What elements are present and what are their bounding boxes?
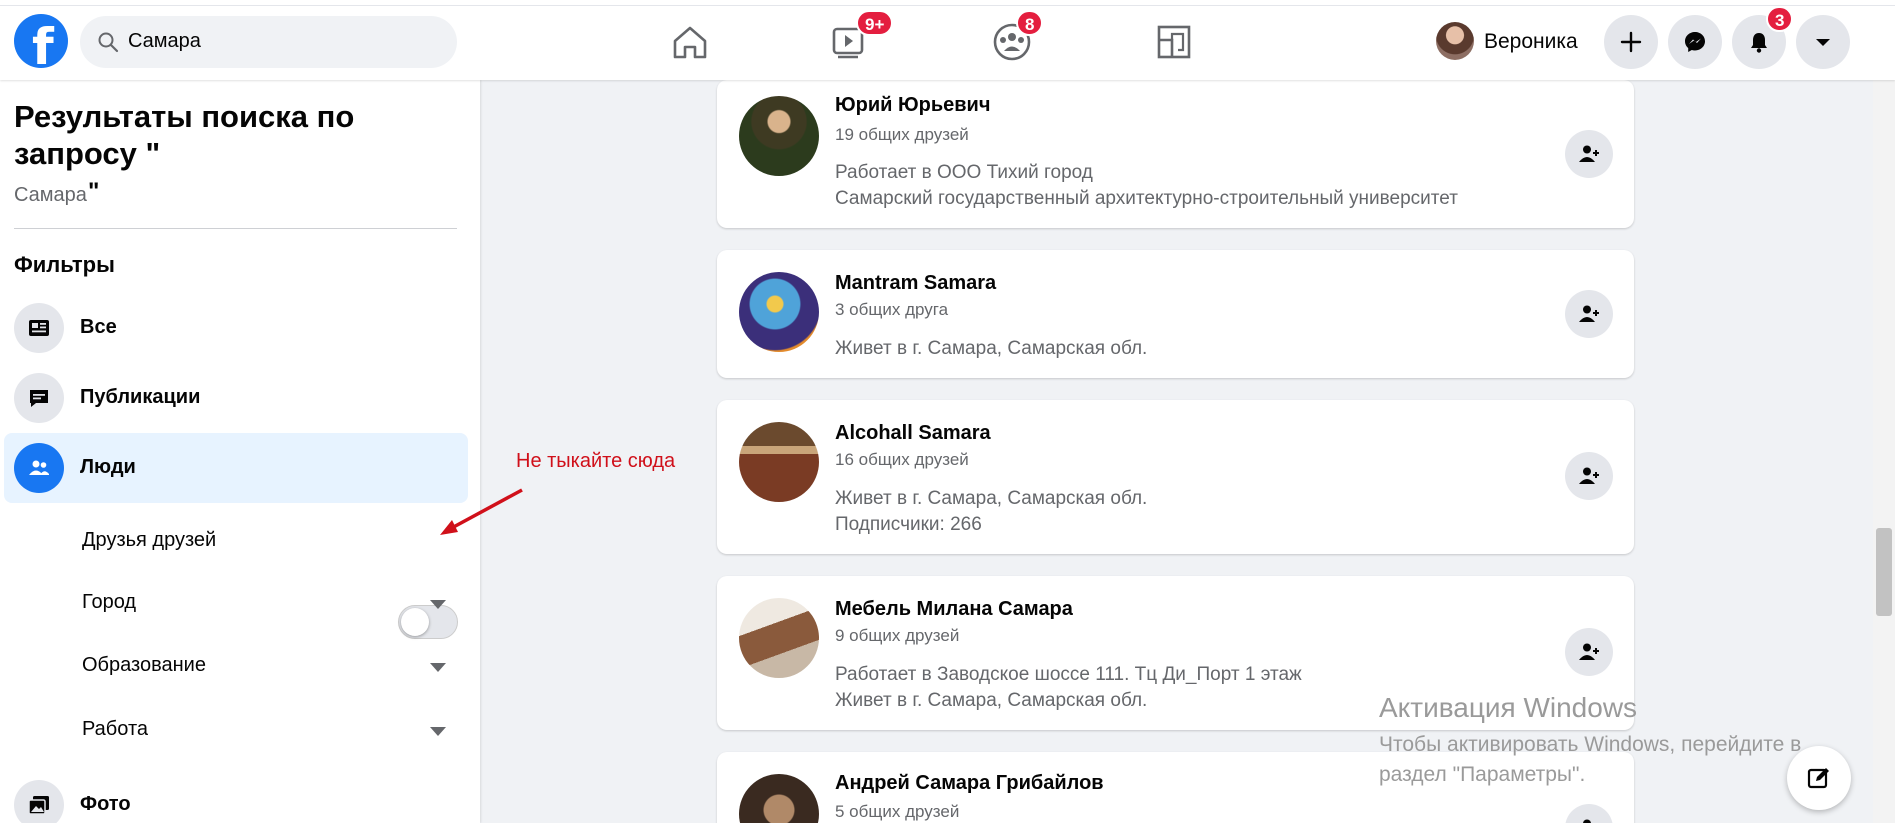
page-title: Результаты поиска по запросу "	[14, 99, 355, 171]
profile-name: Вероника	[1484, 30, 1578, 53]
filters-heading: Фильтры	[14, 252, 115, 277]
create-button[interactable]	[1604, 15, 1658, 69]
add-friend-button[interactable]	[1565, 130, 1613, 178]
result-card[interactable]: Mantram Samara 3 общих друга Живет в г. …	[717, 250, 1634, 378]
filter-photos-icon-wrap	[14, 780, 64, 823]
result-name[interactable]: Alcohall Samara	[835, 422, 991, 445]
avatar	[1436, 22, 1474, 60]
add-friend-icon	[1579, 643, 1599, 660]
home-icon[interactable]	[668, 20, 712, 64]
add-friend-button[interactable]	[1565, 290, 1613, 338]
work-dropdown-icon[interactable]	[430, 727, 446, 736]
add-friend-button[interactable]	[1565, 804, 1613, 823]
result-name[interactable]: Мебель Милана Самара	[835, 598, 1073, 621]
result-info-line: Живет в г. Самара, Самарская обл.	[835, 338, 1148, 359]
avatar[interactable]	[739, 422, 819, 502]
caret-down-icon	[1816, 39, 1830, 46]
mutual-friends: 9 общих друзей	[835, 626, 960, 645]
post-bubble-icon	[30, 390, 48, 407]
divider	[14, 228, 457, 229]
filter-label: Публикации	[80, 386, 201, 408]
new-message-button[interactable]	[1787, 746, 1851, 810]
result-name[interactable]: Mantram Samara	[835, 272, 996, 295]
filter-label: Фото	[80, 793, 131, 815]
gaming-icon[interactable]	[1152, 20, 1196, 64]
add-friend-icon	[1579, 467, 1599, 484]
add-friend-icon	[1579, 305, 1599, 322]
top-navigation-bar: f Самара 9+ 8 Вероника 3	[0, 0, 1895, 80]
avatar[interactable]	[739, 96, 819, 176]
add-friend-button[interactable]	[1565, 628, 1613, 676]
result-card[interactable]: Юрий Юрьевич 19 общих друзей Работает в …	[717, 80, 1634, 228]
mutual-friends: 16 общих друзей	[835, 450, 969, 469]
video-badge: 9+	[856, 10, 894, 36]
add-friend-button[interactable]	[1565, 452, 1613, 500]
plus-icon	[1620, 31, 1642, 53]
mutual-friends: 3 общих друга	[835, 300, 949, 319]
search-value: Самара	[128, 30, 201, 52]
subfilter-city[interactable]: Город	[82, 591, 136, 614]
filter-people-icon-wrap	[14, 443, 64, 493]
compose-icon	[1807, 768, 1829, 789]
education-dropdown-icon[interactable]	[430, 663, 446, 672]
search-input[interactable]: Самара	[80, 16, 457, 68]
newsfeed-icon	[29, 320, 49, 336]
filter-all-icon-wrap	[14, 303, 64, 353]
messenger-button[interactable]	[1668, 15, 1722, 69]
result-name[interactable]: Юрий Юрьевич	[835, 94, 990, 117]
result-info-line: Подписчики: 266	[835, 514, 982, 535]
scrollbar-track[interactable]	[1873, 80, 1895, 823]
facebook-logo[interactable]: f	[14, 14, 68, 76]
search-query: Самара	[14, 184, 87, 206]
filter-all[interactable]: Все	[4, 293, 468, 363]
groups-badge: 8	[1016, 10, 1044, 36]
logo-letter: f	[32, 18, 54, 76]
annotation-arrow-icon	[440, 488, 523, 535]
browser-edge	[0, 0, 1895, 6]
mutual-friends: 19 общих друзей	[835, 125, 969, 144]
windows-activation-title: Активация Windows	[1379, 692, 1638, 723]
subfilter-education[interactable]: Образование	[82, 654, 206, 677]
avatar[interactable]	[739, 598, 819, 678]
result-info-line: Работает в Заводское шоссе 111. Тц Ди_По…	[835, 664, 1302, 685]
filter-label: Люди	[80, 456, 136, 478]
filter-label: Все	[80, 316, 117, 338]
avatar[interactable]	[739, 272, 819, 352]
search-icon	[98, 32, 119, 53]
add-friend-icon	[1579, 145, 1599, 162]
messenger-icon	[1685, 32, 1705, 52]
people-icon	[29, 460, 49, 475]
add-friend-icon	[1583, 819, 1591, 823]
avatar[interactable]	[739, 774, 819, 823]
mutual-friends: 5 общих друзей	[835, 802, 960, 821]
subfilter-work[interactable]: Работа	[82, 718, 148, 741]
photos-icon	[28, 796, 49, 815]
closing-quote: "	[88, 178, 100, 205]
filter-photos[interactable]: Фото	[4, 770, 468, 823]
result-name[interactable]: Андрей Самара Грибайлов	[835, 772, 1104, 795]
scrollbar-thumb[interactable]	[1876, 528, 1892, 616]
filter-people[interactable]: Люди	[4, 433, 468, 503]
account-menu-button[interactable]	[1796, 15, 1850, 69]
result-card[interactable]: Alcohall Samara 16 общих друзей Живет в …	[717, 400, 1634, 554]
windows-activation-text: Чтобы активировать Windows, перейдите в …	[1379, 733, 1802, 786]
toggle-knob	[401, 608, 429, 636]
result-info-line: Самарский государственный архитектурно-с…	[835, 188, 1458, 209]
filter-posts-icon-wrap	[14, 373, 64, 423]
search-filters-panel: Результаты поиска по запросу " Самара " …	[0, 80, 480, 823]
result-info-line: Работает в ООО Тихий город	[835, 162, 1093, 183]
annotation-text: Не тыкайте сюда	[516, 450, 676, 472]
result-info-line: Живет в г. Самара, Самарская обл.	[835, 690, 1148, 711]
result-info-line: Живет в г. Самара, Самарская обл.	[835, 488, 1148, 509]
notifications-badge: 3	[1766, 6, 1794, 32]
filter-posts[interactable]: Публикации	[4, 363, 468, 433]
bell-icon	[1751, 33, 1767, 53]
friends-of-friends-toggle[interactable]	[398, 605, 458, 639]
subfilter-friends-of-friends: Друзья друзей	[82, 529, 217, 551]
city-dropdown-icon[interactable]	[430, 600, 446, 609]
